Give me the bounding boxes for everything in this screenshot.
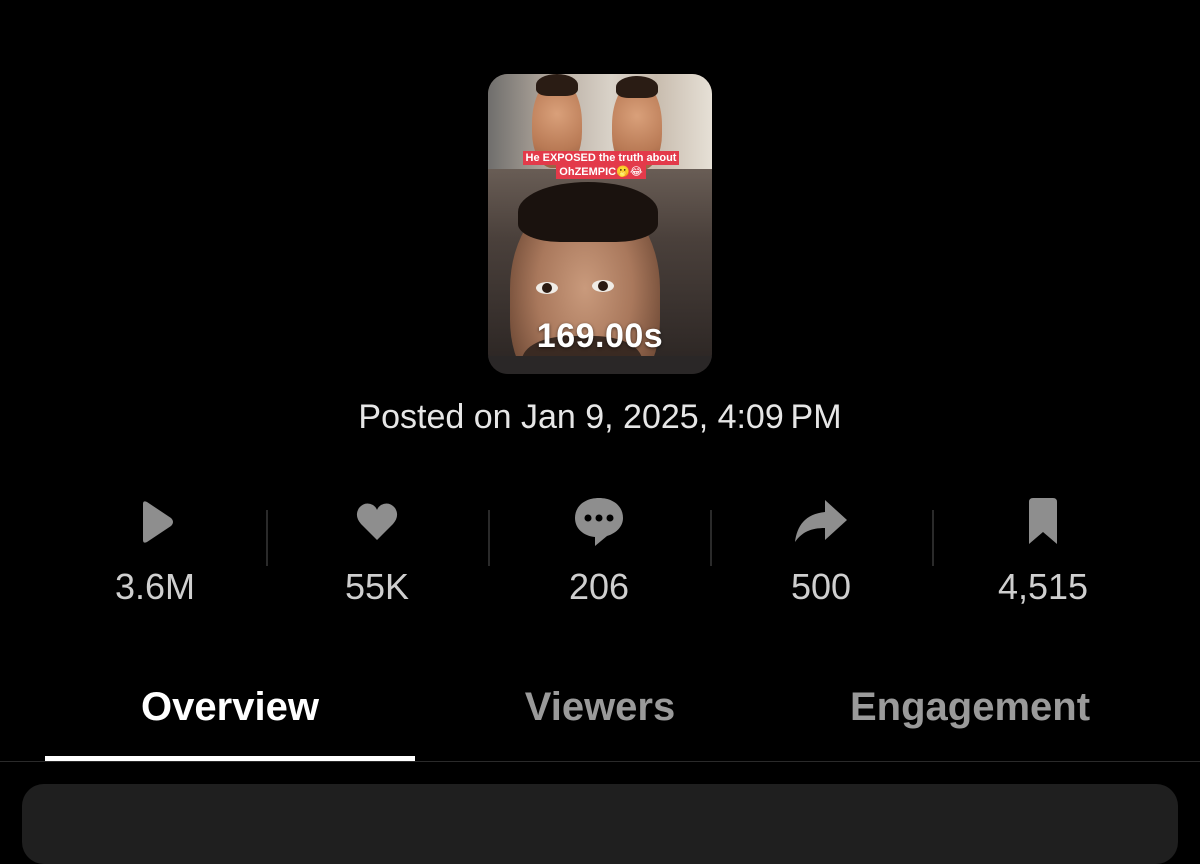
tab-engagement[interactable]: Engagement <box>785 670 1155 762</box>
comments-count: 206 <box>568 566 630 607</box>
thumbnail-person-right-hair <box>616 76 658 98</box>
thumbnail-person-left-hair <box>536 74 578 96</box>
likes-count: 55K <box>344 566 410 607</box>
comment-icon <box>571 494 627 550</box>
tab-viewers[interactable]: Viewers <box>415 670 785 762</box>
views-count: 3.6M <box>114 566 196 607</box>
thumbnail-eye-right <box>592 280 614 292</box>
stat-comments: 206 <box>488 490 710 620</box>
posted-date: Posted on Jan 9, 2025, 4:09 PM <box>358 398 842 436</box>
video-caption: He EXPOSED the truth about OhZEMPIC🫢😂 <box>512 151 690 179</box>
shares-count: 500 <box>790 566 852 607</box>
stats-row: 3.6M 55K 206 500 4,515 <box>44 490 1156 620</box>
thumbnail-face-hair <box>518 182 658 242</box>
thumbnail-shirt <box>488 356 712 374</box>
video-thumbnail[interactable]: He EXPOSED the truth about OhZEMPIC🫢😂 16… <box>488 74 712 374</box>
content-card <box>22 784 1178 864</box>
video-caption-line2: OhZEMPIC🫢😂 <box>556 165 646 179</box>
stat-likes: 55K <box>266 490 488 620</box>
thumbnail-eye-left <box>536 282 558 294</box>
saves-count: 4,515 <box>997 566 1089 607</box>
video-caption-line1: He EXPOSED the truth about <box>522 151 680 165</box>
share-icon <box>793 494 849 550</box>
video-duration: 169.00s <box>536 317 664 355</box>
tab-bar-divider <box>0 761 1200 762</box>
stat-views: 3.6M <box>44 490 266 620</box>
bookmark-icon <box>1015 494 1071 550</box>
stat-shares: 500 <box>710 490 932 620</box>
play-icon <box>127 494 183 550</box>
heart-icon <box>349 494 405 550</box>
stat-saves: 4,515 <box>932 490 1154 620</box>
tab-overview[interactable]: Overview <box>45 670 415 762</box>
tab-bar: Overview Viewers Engagement <box>0 670 1200 762</box>
